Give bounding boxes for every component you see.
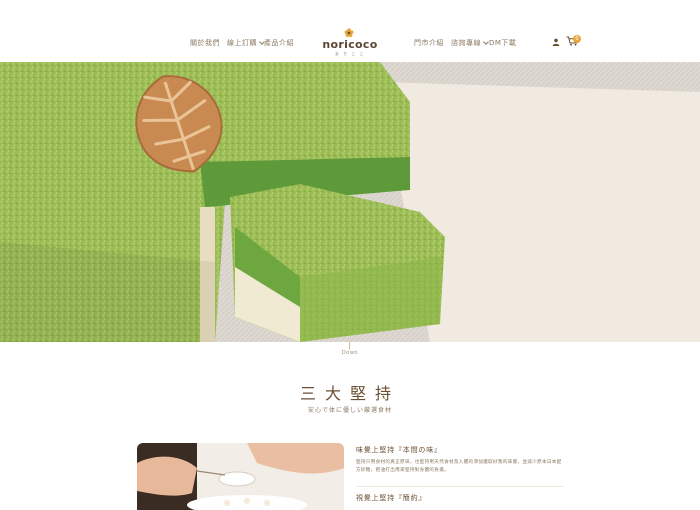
hands-sifting-photo — [137, 443, 344, 510]
flower-logo-icon — [344, 28, 354, 38]
site-header: 關於我們 線上訂購 產品介紹 noricoco ま り こ こ 門市介紹 諮詢專… — [0, 0, 700, 62]
nav-item-hotline[interactable]: 諮詢專線 — [451, 38, 489, 48]
section-title: 三大堅持 — [299, 384, 400, 403]
feature-divider — [356, 486, 564, 487]
baking-photo — [137, 443, 344, 510]
nav-item-label: 產品介紹 — [264, 39, 294, 47]
chevron-down-icon — [483, 39, 489, 45]
nav-item-label: 關於我們 — [190, 39, 220, 47]
feature-title-taste: 味覺上堅持『本間の味』 — [356, 446, 442, 454]
nav-item-label: DM下載 — [489, 39, 517, 47]
nav-item-products[interactable]: 產品介紹 — [264, 38, 294, 48]
cart-count-badge: 0 — [573, 35, 581, 43]
logo-wordmark: noricoco — [322, 38, 378, 51]
nav-item-label: 諮詢專線 — [451, 39, 481, 47]
user-icon[interactable] — [552, 38, 560, 46]
feature-title-visual: 視覺上堅持『簡約』 — [356, 494, 427, 502]
nav-item-stores[interactable]: 門市介紹 — [414, 38, 444, 48]
matcha-cake-photo — [0, 62, 700, 342]
nav-item-about[interactable]: 關於我們 — [190, 38, 220, 48]
scroll-down-line — [349, 342, 350, 350]
section-subtitle: 安心で体に優しい厳選食材 — [307, 407, 392, 414]
brand-logo[interactable]: noricoco ま り こ こ — [318, 28, 382, 56]
nav-item-dm-download[interactable]: DM下載 — [489, 38, 516, 48]
nav-item-order-online[interactable]: 線上訂購 — [227, 38, 265, 48]
scroll-down-label[interactable]: Down — [333, 350, 367, 356]
logo-subtext: ま り こ こ — [334, 51, 366, 56]
nav-item-label: 線上訂購 — [227, 39, 257, 47]
nav-item-label: 門市介紹 — [414, 39, 444, 47]
hero-banner — [0, 62, 700, 342]
feature-body-taste: 堅持只用食材的真正原味，也堅持用天然食材及入體的添加獲取好我的味覺，並減少原本日… — [356, 460, 562, 473]
